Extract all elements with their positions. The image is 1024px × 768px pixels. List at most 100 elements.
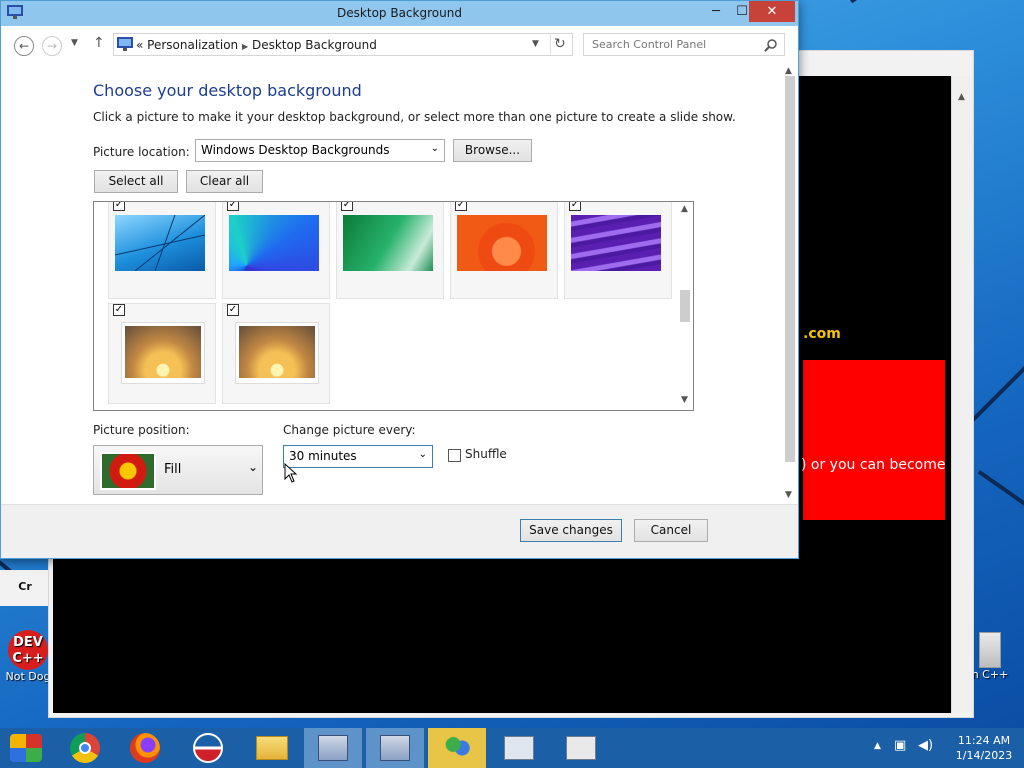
thumbnail-orange-swirl [457, 215, 547, 271]
tile-checkbox[interactable]: ✓ [341, 202, 353, 211]
picture-location-value: Windows Desktop Backgrounds [201, 143, 390, 157]
select-all-button[interactable]: Select all [94, 170, 178, 193]
taskbar-chrome[interactable] [58, 728, 116, 768]
tile-checkbox[interactable]: ✓ [227, 202, 239, 211]
desktop-icon-devcpp[interactable]: DEV C++ Not Dog [4, 630, 52, 683]
start-icon [10, 734, 42, 762]
scroll-down-icon[interactable]: ▼ [681, 395, 688, 405]
network-icon [380, 735, 410, 761]
tile-checkbox[interactable]: ✓ [227, 304, 239, 316]
background-dotcom-text: .com [803, 326, 841, 342]
desktop-icon-cr[interactable]: Cr [0, 570, 50, 606]
browse-button[interactable]: Browse... [453, 139, 532, 162]
search-icon[interactable] [764, 38, 778, 52]
wallpaper-streak [977, 470, 1024, 531]
position-preview-icon [100, 452, 156, 490]
content-scrollbar[interactable]: ▲ ▼ [782, 62, 798, 504]
thumbnail-blue-petals [229, 215, 319, 271]
chevron-down-icon: ⌄ [430, 143, 439, 154]
recent-pages-icon[interactable]: ▼ [71, 38, 78, 48]
address-dropdown-icon[interactable]: ▼ [532, 39, 539, 49]
taskbar-control-panel[interactable] [304, 728, 362, 768]
picture-position-label: Picture position: [93, 423, 190, 437]
chevron-down-icon: ⌄ [418, 449, 427, 460]
divider [550, 34, 551, 55]
gallery-tile[interactable]: ✓ [564, 202, 672, 299]
desktop-background-window[interactable]: Desktop Background ─ ☐ ✕ ← → ▼ ↑ « Perso… [0, 0, 799, 559]
picture-position-value: Fill [164, 462, 182, 477]
control-panel-icon [117, 37, 133, 51]
network-status-icon[interactable]: ▣ [894, 738, 906, 753]
title-bar[interactable]: Desktop Background ─ ☐ ✕ [1, 1, 798, 26]
picture-location-label: Picture location: [93, 145, 190, 159]
gallery-tile[interactable]: ✓ [336, 202, 444, 299]
thumbnail-blue-lines [114, 214, 206, 272]
search-box[interactable]: Search Control Panel [583, 33, 785, 56]
picture-position-select[interactable]: Fill ⌄ [93, 445, 263, 495]
taskbar-firefox[interactable] [118, 728, 176, 768]
cancel-button[interactable]: Cancel [634, 519, 708, 542]
recycle-bin-icon [979, 632, 1001, 668]
window-title: Desktop Background [337, 6, 462, 20]
scroll-up-icon[interactable]: ▲ [785, 66, 792, 76]
taskbar-performance[interactable] [490, 728, 548, 768]
start-button[interactable] [0, 728, 58, 768]
background-red-panel [803, 360, 945, 520]
breadcrumb-desktop-background[interactable]: Desktop Background [252, 38, 377, 52]
picture-location-select[interactable]: Windows Desktop Backgrounds ⌄ [195, 139, 445, 162]
back-button[interactable]: ← [14, 36, 34, 56]
desktop-icon-label: Not Dog [5, 670, 51, 683]
gallery-scrollbar[interactable]: ▲ ▼ [677, 202, 693, 410]
mouse-cursor-icon [284, 463, 298, 483]
change-picture-every-select[interactable]: 30 minutes ⌄ [283, 445, 433, 468]
taskbar-network[interactable] [366, 728, 424, 768]
address-bar[interactable]: « Personalization ▶ Desktop Background ▼… [113, 33, 573, 56]
volume-icon[interactable]: ◀) [918, 738, 933, 753]
background-window-scrollbar[interactable]: ▲ [951, 76, 973, 713]
control-panel-icon [318, 735, 348, 761]
gallery-scroll-thumb[interactable] [680, 290, 690, 322]
system-tray: ▲ ▣ ◀) 11:24 AM 1/14/2023 [864, 728, 1024, 768]
page-description: Click a picture to make it your desktop … [93, 110, 736, 124]
up-icon[interactable]: ↑ [93, 35, 105, 51]
scroll-down-icon[interactable]: ▼ [785, 490, 792, 500]
search-input[interactable]: Search Control Panel [592, 38, 706, 51]
clock[interactable]: 11:24 AM 1/14/2023 [948, 733, 1020, 763]
gallery-tile[interactable]: ✓ [450, 202, 558, 299]
chrome-icon [70, 733, 100, 763]
firefox-icon [130, 733, 160, 763]
tile-checkbox[interactable]: ✓ [113, 304, 125, 316]
gallery-tile[interactable]: ✓ [108, 303, 216, 404]
save-changes-button[interactable]: Save changes [520, 519, 622, 542]
thumbnail-sunset-tree [121, 322, 205, 384]
gallery-tile[interactable]: ✓ [222, 202, 330, 299]
taskbar-file-explorer[interactable] [244, 728, 302, 768]
content-scroll-thumb[interactable] [785, 76, 795, 462]
page-title: Choose your desktop background [93, 81, 362, 100]
scroll-up-icon[interactable]: ▲ [681, 204, 688, 214]
tile-checkbox[interactable]: ✓ [455, 202, 467, 211]
breadcrumb-overflow[interactable]: « [136, 38, 143, 52]
scroll-up-icon[interactable]: ▲ [958, 92, 965, 102]
breadcrumb-personalization[interactable]: Personalization [147, 38, 238, 52]
forward-button[interactable]: → [42, 36, 62, 56]
tile-checkbox[interactable]: ✓ [569, 202, 581, 211]
tile-checkbox[interactable]: ✓ [113, 202, 125, 211]
thumbnail-purple-waves [571, 215, 661, 271]
taskbar-store[interactable] [552, 728, 610, 768]
close-button[interactable]: ✕ [749, 1, 795, 22]
file-explorer-icon [256, 736, 288, 760]
clear-all-button[interactable]: Clear all [186, 170, 263, 193]
gallery-tile[interactable]: ✓ [108, 202, 216, 299]
show-hidden-icons-icon[interactable]: ▲ [874, 741, 881, 751]
taskbar-obama[interactable] [180, 728, 238, 768]
breadcrumb-separator-icon[interactable]: ▶ [242, 42, 248, 51]
gallery-tile[interactable]: ✓ [222, 303, 330, 404]
clock-time: 11:24 AM [957, 734, 1011, 747]
picture-gallery[interactable]: ✓ ✓ ✓ ✓ ✓ ✓ ✓ ▲ ▼ [93, 201, 694, 411]
background-red-text: ) or you can become [801, 457, 946, 473]
minimize-button[interactable]: ─ [703, 1, 729, 22]
taskbar-people[interactable] [428, 728, 486, 768]
shuffle-checkbox[interactable] [448, 449, 461, 462]
refresh-icon[interactable]: ↻ [554, 36, 566, 52]
